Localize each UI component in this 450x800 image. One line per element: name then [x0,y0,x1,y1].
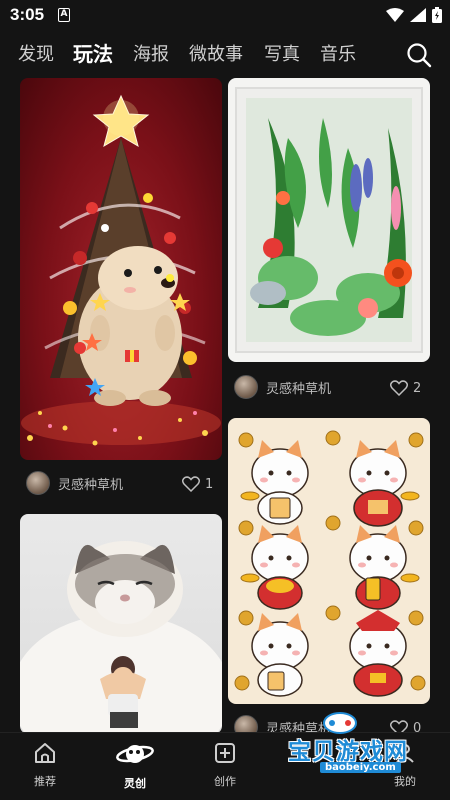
avatar[interactable] [26,471,50,495]
top-tab-bar: 发现 玩法 海报 微故事 写真 音乐 [0,36,450,76]
hedgehog-illustration [21,94,221,446]
card-1-likes[interactable]: 1 [182,476,213,492]
heart-icon [182,476,200,492]
cat-row-1 [251,440,407,527]
avatar[interactable] [234,375,258,399]
card-1-like-count: 1 [205,476,214,492]
card-lucky-cats-image[interactable] [228,418,430,704]
status-bar: 3:05 A [0,0,450,32]
card-1-meta: 灵感种草机 [26,470,123,496]
tab-play[interactable]: 玩法 [73,38,113,67]
nav-recommend[interactable]: 推荐 [10,741,80,789]
watermark-text: 宝贝游戏网 [288,739,408,765]
cat-row-2 [251,525,407,610]
card-garden-image[interactable] [228,78,430,362]
nav-create-label: 创作 [214,775,236,788]
battery-icon [432,7,442,23]
cat-row-3 [251,610,407,697]
card-2-likes[interactable]: 2 [390,380,421,396]
heart-icon [390,380,408,396]
signal-icon [410,8,426,22]
nav-lingchuang-label: 灵创 [124,777,146,790]
card-hedgehog-image[interactable] [20,78,222,460]
wifi-icon [386,8,404,22]
nav-lingchuang[interactable]: 灵创 [100,741,170,791]
cat-illustration [20,541,222,734]
status-time: 3:05 [10,5,45,24]
lucky-cats-illustration [234,430,426,697]
card-2-like-count: 2 [413,380,422,396]
card-2-author[interactable]: 灵感种草机 [266,378,331,397]
nav-create[interactable]: 创作 [190,741,260,789]
home-icon [35,743,55,763]
card-cat-image[interactable] [20,514,222,734]
tab-discover[interactable]: 发现 [18,40,54,66]
card-1-author[interactable]: 灵感种草机 [58,474,123,493]
tab-portrait[interactable]: 写真 [264,40,300,66]
notification-a-icon: A [58,8,70,22]
tab-music[interactable]: 音乐 [320,40,356,66]
card-2-meta: 灵感种草机 [234,374,331,400]
status-icons [386,7,442,23]
nav-recommend-label: 推荐 [34,775,56,788]
tab-poster[interactable]: 海报 [133,40,169,66]
watermark-url: baobeiy.com [320,762,401,773]
plus-square-icon [215,743,235,763]
search-icon[interactable] [406,42,432,68]
tab-micro-story[interactable]: 微故事 [189,40,243,66]
watermark: 宝贝游戏网 baobeiy.com [270,712,430,780]
planet-icon [116,745,154,763]
garden-illustration [235,87,423,353]
